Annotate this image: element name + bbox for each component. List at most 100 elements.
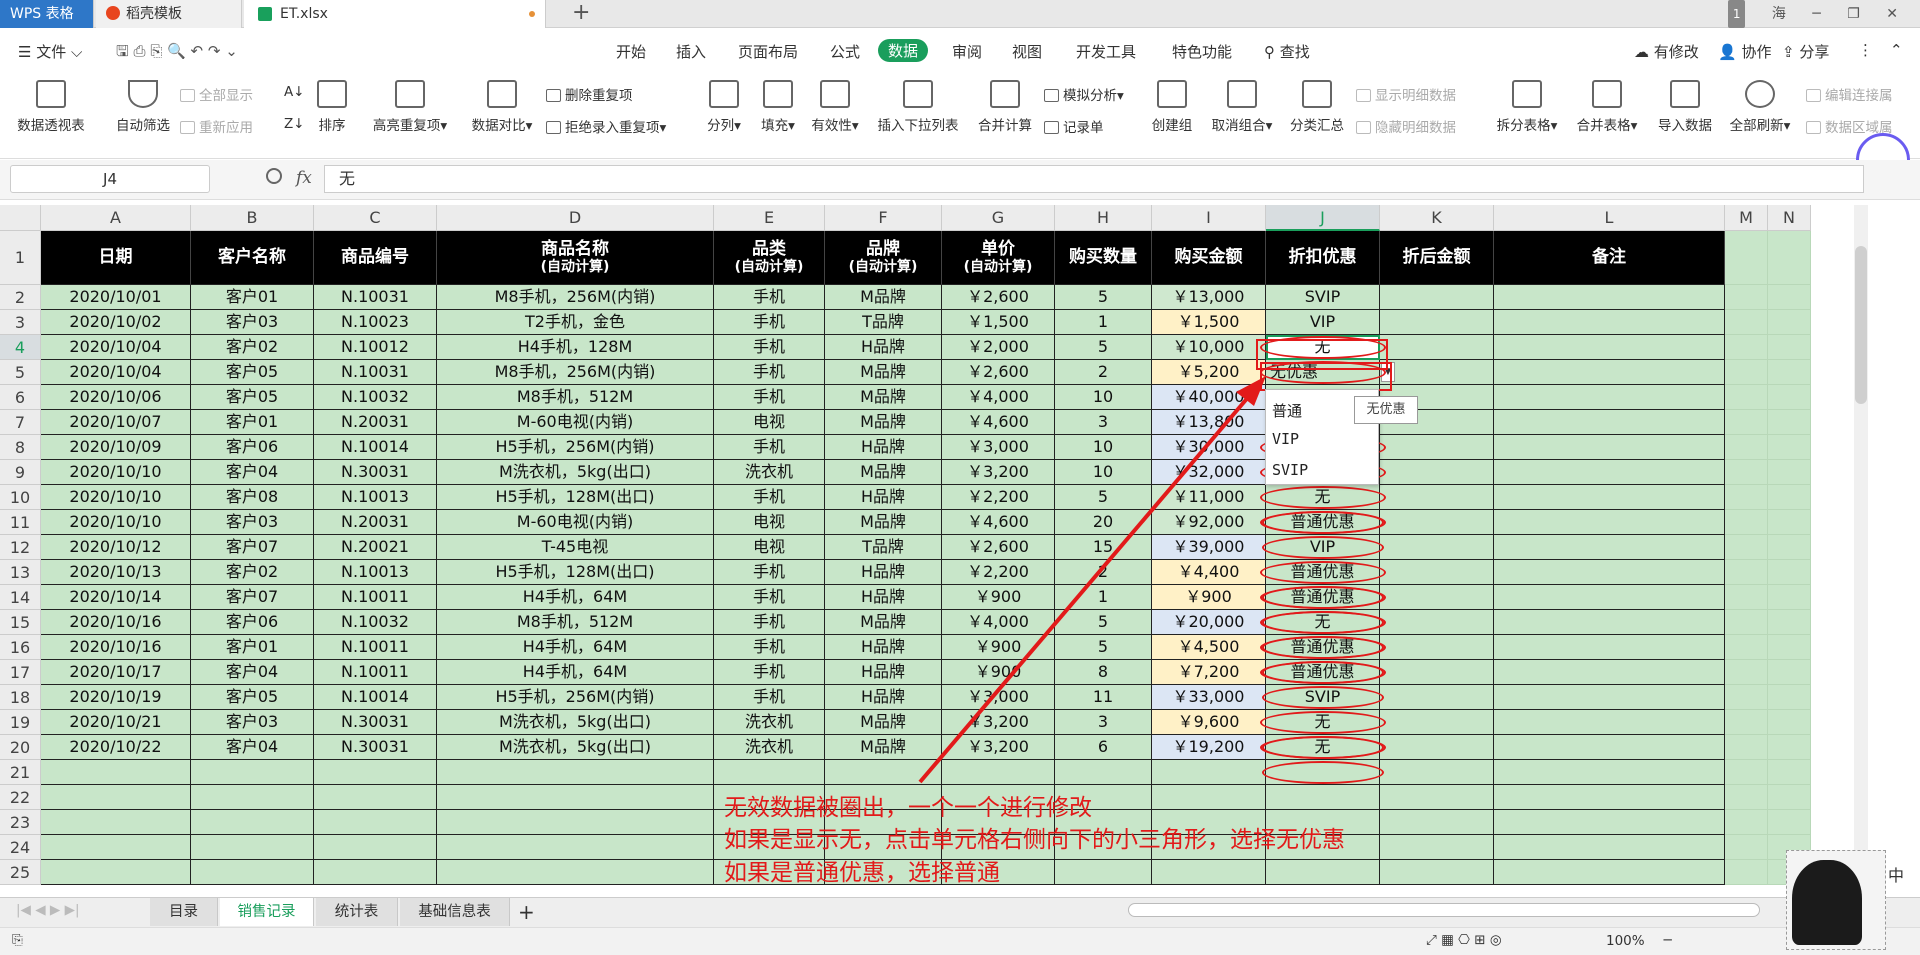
data-cell[interactable]: 2020/10/21 <box>41 710 191 735</box>
row-header[interactable]: 9 <box>0 460 41 485</box>
header-cell[interactable]: 品类 (自动计算) <box>714 231 825 285</box>
data-cell[interactable]: 2020/10/13 <box>41 560 191 585</box>
data-cell[interactable]: 客户08 <box>191 485 314 510</box>
empty-cell[interactable] <box>1725 460 1768 485</box>
column-header[interactable]: G <box>942 205 1055 231</box>
empty-cell[interactable] <box>1055 860 1152 885</box>
document-tab[interactable]: ET.xlsx <box>244 0 546 28</box>
data-cell[interactable]: N.10012 <box>314 335 437 360</box>
empty-cell[interactable] <box>1768 485 1811 510</box>
row-header[interactable]: 7 <box>0 410 41 435</box>
data-cell[interactable]: N.10011 <box>314 660 437 685</box>
row-header[interactable]: 18 <box>0 685 41 710</box>
data-cell[interactable]: M8手机，256M(内销) <box>437 360 714 385</box>
data-cell[interactable]: 5 <box>1055 485 1152 510</box>
data-cell[interactable]: ￥40,000 <box>1152 385 1266 410</box>
empty-cell[interactable] <box>1266 785 1380 810</box>
sheet-tab-sales[interactable]: 销售记录 <box>220 898 314 926</box>
data-cell[interactable]: 客户03 <box>191 310 314 335</box>
validity-button[interactable]: 有效性▾ <box>806 80 864 134</box>
data-cell[interactable]: 普通优惠 <box>1266 560 1380 585</box>
merge-table-button[interactable]: 合并表格▾ <box>1570 80 1644 134</box>
empty-cell[interactable] <box>1768 385 1811 410</box>
search-command[interactable]: ⚲ 查找 <box>1264 41 1310 62</box>
empty-cell[interactable] <box>1494 310 1725 335</box>
data-cell[interactable]: 客户05 <box>191 685 314 710</box>
data-cell[interactable]: 手机 <box>714 360 825 385</box>
show-all-button[interactable]: 全部显示 <box>180 84 253 104</box>
empty-cell[interactable] <box>1768 560 1811 585</box>
data-cell[interactable]: H品牌 <box>825 560 942 585</box>
data-cell[interactable]: ￥20,000 <box>1152 610 1266 635</box>
data-cell[interactable]: H品牌 <box>825 635 942 660</box>
data-cell[interactable]: H4手机，64M <box>437 635 714 660</box>
data-cell[interactable]: ￥3,000 <box>942 685 1055 710</box>
empty-cell[interactable] <box>1494 735 1725 760</box>
empty-cell[interactable] <box>1768 710 1811 735</box>
empty-cell[interactable] <box>1725 435 1768 460</box>
row-header[interactable]: 17 <box>0 660 41 685</box>
data-cell[interactable]: 2020/10/10 <box>41 460 191 485</box>
data-cell[interactable]: M品牌 <box>825 510 942 535</box>
empty-cell[interactable] <box>1494 585 1725 610</box>
data-cell[interactable]: ￥4,500 <box>1152 635 1266 660</box>
data-cell[interactable]: 20 <box>1055 510 1152 535</box>
empty-cell[interactable] <box>1152 760 1266 785</box>
empty-cell[interactable] <box>314 810 437 835</box>
data-cell[interactable]: ￥900 <box>942 635 1055 660</box>
data-cell[interactable]: ￥39,000 <box>1152 535 1266 560</box>
row-header[interactable]: 4 <box>0 335 41 360</box>
data-cell[interactable]: ￥2,200 <box>942 560 1055 585</box>
row-header[interactable]: 25 <box>0 860 41 885</box>
sheet-tab-base-info[interactable]: 基础信息表 <box>400 898 510 926</box>
row-header[interactable]: 21 <box>0 760 41 785</box>
zoom-formula-icon[interactable] <box>266 168 282 184</box>
data-cell[interactable]: 客户04 <box>191 735 314 760</box>
share-button[interactable]: ⇪ 分享 <box>1782 41 1829 62</box>
split-table-button[interactable]: 拆分表格▾ <box>1490 80 1564 134</box>
empty-cell[interactable] <box>1380 335 1494 360</box>
empty-cell[interactable] <box>1725 485 1768 510</box>
data-cell[interactable]: 客户06 <box>191 435 314 460</box>
data-cell[interactable]: 手机 <box>714 660 825 685</box>
empty-cell[interactable] <box>1768 410 1811 435</box>
data-cell[interactable]: N.10031 <box>314 360 437 385</box>
empty-cell[interactable] <box>1725 710 1768 735</box>
empty-cell[interactable] <box>1494 285 1725 310</box>
remove-duplicates-button[interactable]: 删除重复项 <box>546 84 633 104</box>
empty-cell[interactable] <box>1494 510 1725 535</box>
row-header[interactable]: 15 <box>0 610 41 635</box>
data-cell[interactable]: H品牌 <box>825 660 942 685</box>
data-cell[interactable]: 客户05 <box>191 385 314 410</box>
column-header[interactable]: B <box>191 205 314 231</box>
empty-cell[interactable] <box>1768 510 1811 535</box>
empty-cell[interactable] <box>1725 560 1768 585</box>
column-header[interactable]: E <box>714 205 825 231</box>
empty-cell[interactable] <box>314 860 437 885</box>
data-cell[interactable]: ￥4,400 <box>1152 560 1266 585</box>
data-cell[interactable]: ￥900 <box>1152 585 1266 610</box>
data-cell[interactable]: N.20031 <box>314 410 437 435</box>
sort-asc-icon[interactable]: A↓ <box>284 84 305 100</box>
empty-cell[interactable] <box>1380 510 1494 535</box>
empty-cell[interactable] <box>1725 385 1768 410</box>
view-mode-icons[interactable]: ⤢ ▦ ⎔ ⊞ ◎ <box>1426 932 1502 948</box>
data-cell[interactable]: 手机 <box>714 610 825 635</box>
data-cell[interactable]: H5手机，256M(内销) <box>437 435 714 460</box>
add-sheet-button[interactable]: + <box>518 900 535 924</box>
data-cell[interactable]: H品牌 <box>825 435 942 460</box>
tab-developer[interactable]: 开发工具 <box>1076 41 1136 62</box>
empty-cell[interactable] <box>437 810 714 835</box>
data-cell[interactable]: M品牌 <box>825 285 942 310</box>
empty-cell[interactable] <box>1768 535 1811 560</box>
restore-icon[interactable]: ❐ <box>1847 0 1860 28</box>
empty-cell[interactable] <box>1380 535 1494 560</box>
consolidate-button[interactable]: 合并计算 <box>974 80 1036 134</box>
data-cell[interactable]: 无 <box>1266 710 1380 735</box>
record-form-button[interactable]: 记录单 <box>1044 116 1104 136</box>
empty-cell[interactable] <box>1494 635 1725 660</box>
data-cell[interactable]: 3 <box>1055 410 1152 435</box>
user-name[interactable]: 海 <box>1772 0 1786 28</box>
empty-cell[interactable] <box>1494 485 1725 510</box>
empty-cell[interactable] <box>314 835 437 860</box>
